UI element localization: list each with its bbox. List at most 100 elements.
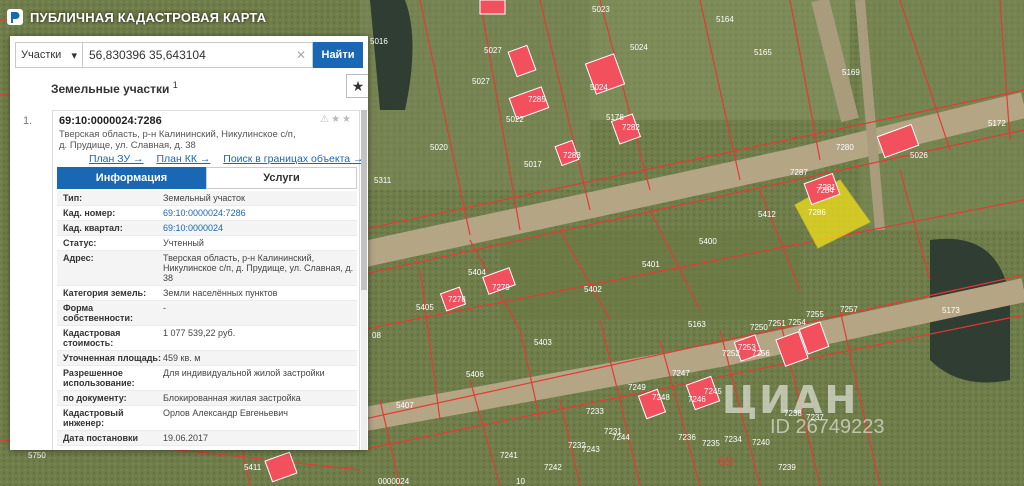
parcel-label: 7255 [806,310,824,319]
scrollbar-thumb[interactable] [361,110,367,290]
parcel-label: 7254 [788,318,806,327]
parcel-label: 7284 [816,186,834,195]
parcel-label: 7250 [750,323,768,332]
detail-row: Уточненная площадь: 459 кв. м [57,351,357,366]
app-title: ПУБЛИЧНАЯ КАДАСТРОВАЯ КАРТА [30,9,267,25]
parcel-label: 5024 [630,43,648,52]
section-title-text: Земельные участки [51,82,170,96]
detail-value: Блокированная жилая застройка [163,393,301,403]
parcel-label: 69 [718,453,734,469]
search-query: 56,830396 35,643104 [89,48,206,62]
parcel-label: 7257 [840,305,858,314]
bookmark-icon[interactable]: ★ [342,114,353,125]
parcel-label: 5165 [754,48,772,57]
search-panel: Участки ▾ 56,830396 35,643104 ✕ Найти Зе… [10,36,368,450]
parcel-label: 7231 [604,427,622,436]
detail-value: - [163,303,166,313]
detail-key: Статус: [63,238,97,248]
parcel-label: 7283 [563,151,581,160]
section-title: Земельные участки 1 [51,80,178,96]
parcel-label: 5750 [28,451,46,460]
parcel-label: 5405 [416,303,434,312]
search-bar: Участки ▾ 56,830396 35,643104 ✕ Найти [10,36,368,69]
parcel-label: 5311 [374,176,392,185]
parcel-label: 5172 [988,119,1006,128]
result-cad-number[interactable]: 69:10:0000024:7286 [59,115,162,127]
parcel-label: 5404 [468,268,486,277]
parcel-label: 7251 [768,319,786,328]
parcel-label: 5027 [484,46,502,55]
app-logo-icon [7,9,23,25]
parcel-label: 5412 [758,210,776,219]
detail-value[interactable]: 69:10:0000024 [163,223,357,233]
parcel-label: 5407 [396,401,414,410]
parcel-label: 0000024 [378,477,410,486]
parcel-label: 7246 [688,395,706,404]
favorite-button[interactable]: ★ [346,74,368,98]
search-within-link[interactable]: Поиск в границах объекта → [223,153,363,165]
detail-value: 459 кв. м [163,353,201,363]
parcel-label: 7247 [672,369,690,378]
result-links: План ЗУ → План КК → Поиск в границах объ… [89,153,368,165]
detail-row: Кадастровый инженер: Орлов Александр Евге… [57,406,357,431]
detail-value[interactable]: 69:10:0000024:7286 [163,208,357,218]
detail-row: Кад. номер: 69:10:0000024:7286 [57,206,357,221]
tab-services[interactable]: Услуги [206,167,357,189]
parcel-label: 7286 [808,208,826,217]
parcel-label: 7256 [752,349,770,358]
parcel-label: 7285 [528,95,546,104]
scrollbar[interactable] [361,110,367,450]
detail-key: Форма собственности: [63,303,133,323]
detail-key: по документу: [63,393,127,403]
result-card: 1. 69:10:0000024:7286 ⚠★★ Тверская облас… [23,110,364,450]
result-index: 1. [23,115,33,127]
detail-key: Разрешенное использование: [63,368,135,388]
category-value: Участки [21,49,62,61]
detail-row: Статус: Учтенный [57,236,357,251]
detail-value: Земельный участок [163,193,245,203]
detail-key: Кадастровый инженер: [63,408,124,428]
detail-key: Кадастровая стоимость: [63,328,121,348]
parcel-label: 7280 [836,143,854,152]
star-outline-icon[interactable]: ★ [331,114,342,125]
search-input[interactable]: 56,830396 35,643104 ✕ [83,42,313,68]
parcel-label: 5017 [524,160,542,169]
plan-kk-link[interactable]: План КК → [156,153,210,165]
details-table: Тип: Земельный участок Кад. номер: 69:10:0… [57,191,357,446]
detail-value: Тверская область, р-н Калининский, Никул… [163,253,354,283]
result-address: Тверская область, р-н Калининский, Никул… [59,129,296,151]
tab-info[interactable]: Информация [57,167,206,189]
detail-value: 19.06.2017 [163,433,209,443]
parcel-label: 7242 [544,463,562,472]
parcel-label: 5022 [506,115,524,124]
plan-zu-link[interactable]: План ЗУ → [89,153,144,165]
parcel-label: 5400 [699,237,717,246]
parcel-label: 7240 [752,438,770,447]
detail-key: Кад. квартал: [63,223,123,233]
parcel-label: 5027 [472,77,490,86]
parcel-label: 5411 [244,463,262,472]
detail-value: Земли населённых пунктов [163,288,278,298]
parcel-label: 5406 [466,370,484,379]
detail-row: Адрес: Тверская область, р-н Калининский,… [57,251,357,286]
detail-row: Кадастровая стоимость: 1 077 539,22 руб. [57,326,357,351]
watermark: ЦИАН ID 26749223 [722,378,885,439]
parcel-label: 5016 [370,37,388,46]
detail-key: Кад. номер: [63,208,116,218]
top-bar: ПУБЛИЧНАЯ КАДАСТРОВАЯ КАРТА [0,0,266,34]
detail-value: 1 077 539,22 руб. [163,328,236,338]
detail-value: Учтенный [163,238,204,248]
parcel-label: 7248 [652,393,670,402]
detail-value: Орлов Александр Евгеньевич [163,408,288,418]
chevron-down-icon: ▾ [71,49,77,62]
parcel-label: 5024 [590,83,608,92]
parcel-label: 5164 [716,15,734,24]
detail-row: Тип: Земельный участок [57,191,357,206]
detail-row: Кад. квартал: 69:10:0000024 [57,221,357,236]
warning-icon[interactable]: ⚠ [320,114,331,125]
clear-icon[interactable]: ✕ [296,48,306,62]
detail-row: по документу: Блокированная жилая застрой… [57,391,357,406]
detail-row: Разрешенное использование: Для индивидуал… [57,366,357,391]
search-button[interactable]: Найти [313,42,363,68]
category-select[interactable]: Участки ▾ [15,42,83,68]
